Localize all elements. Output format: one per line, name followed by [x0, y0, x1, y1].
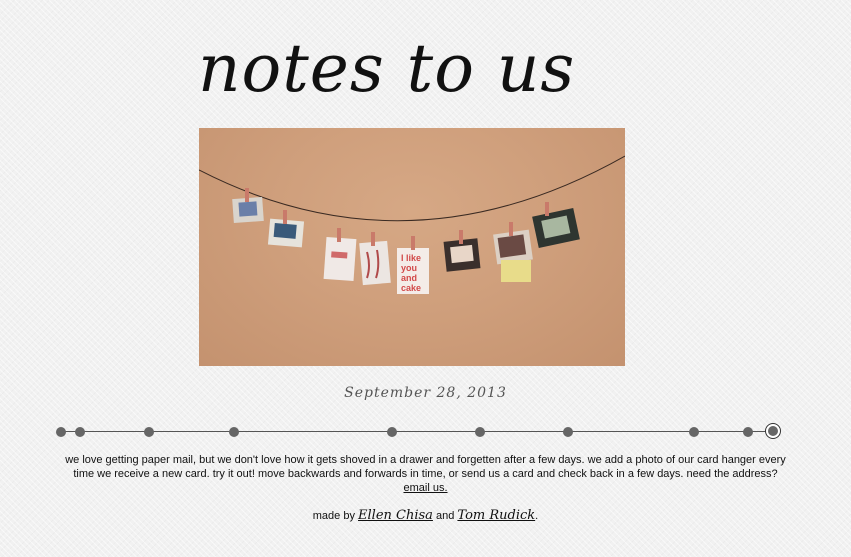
card-text-line-4: cake — [401, 283, 421, 293]
ellen-chisa-link[interactable]: Ellen Chisa — [358, 508, 433, 523]
credit-prefix: made by — [312, 510, 355, 522]
credit-conjunction: and — [436, 510, 455, 522]
card-hanger-photo: I like you and cake — [199, 128, 625, 366]
hanging-card — [359, 232, 391, 286]
timeline-dot[interactable] — [689, 427, 699, 437]
timeline-track — [60, 431, 773, 432]
timeline-dot[interactable] — [144, 427, 154, 437]
timeline-dot[interactable] — [765, 423, 781, 439]
timeline-dot[interactable] — [387, 427, 397, 437]
card-text-line-2: you — [401, 263, 417, 273]
hanging-card — [493, 222, 533, 282]
timeline-dot[interactable] — [743, 427, 753, 437]
photo-date: September 28, 2013 — [344, 385, 507, 401]
credits: made by Ellen Chisa and Tom Rudick. — [0, 508, 851, 523]
timeline-dot[interactable] — [75, 427, 85, 437]
credit-suffix: . — [535, 510, 539, 522]
timeline-slider[interactable] — [0, 420, 851, 444]
timeline-dot[interactable] — [475, 427, 485, 437]
hanging-card — [323, 228, 357, 281]
hanging-card: I like you and cake — [397, 236, 429, 294]
email-us-link[interactable]: email us. — [403, 482, 447, 494]
card-hanger-illustration: I like you and cake — [199, 155, 625, 294]
timeline-dot[interactable] — [56, 427, 66, 437]
description-text: we love getting paper mail, but we don't… — [65, 454, 786, 480]
timeline-dot[interactable] — [563, 427, 573, 437]
tom-rudick-link[interactable]: Tom Rudick — [457, 508, 535, 523]
card-text-line-3: and — [401, 273, 417, 283]
hanging-card — [232, 188, 264, 224]
hanging-card — [267, 210, 305, 248]
hanging-card — [532, 202, 580, 249]
hanging-card — [443, 230, 481, 272]
description: we love getting paper mail, but we don't… — [60, 453, 791, 495]
card-text-line-1: I like — [401, 253, 421, 263]
timeline-dot[interactable] — [229, 427, 239, 437]
site-title: notes to us — [198, 30, 576, 107]
